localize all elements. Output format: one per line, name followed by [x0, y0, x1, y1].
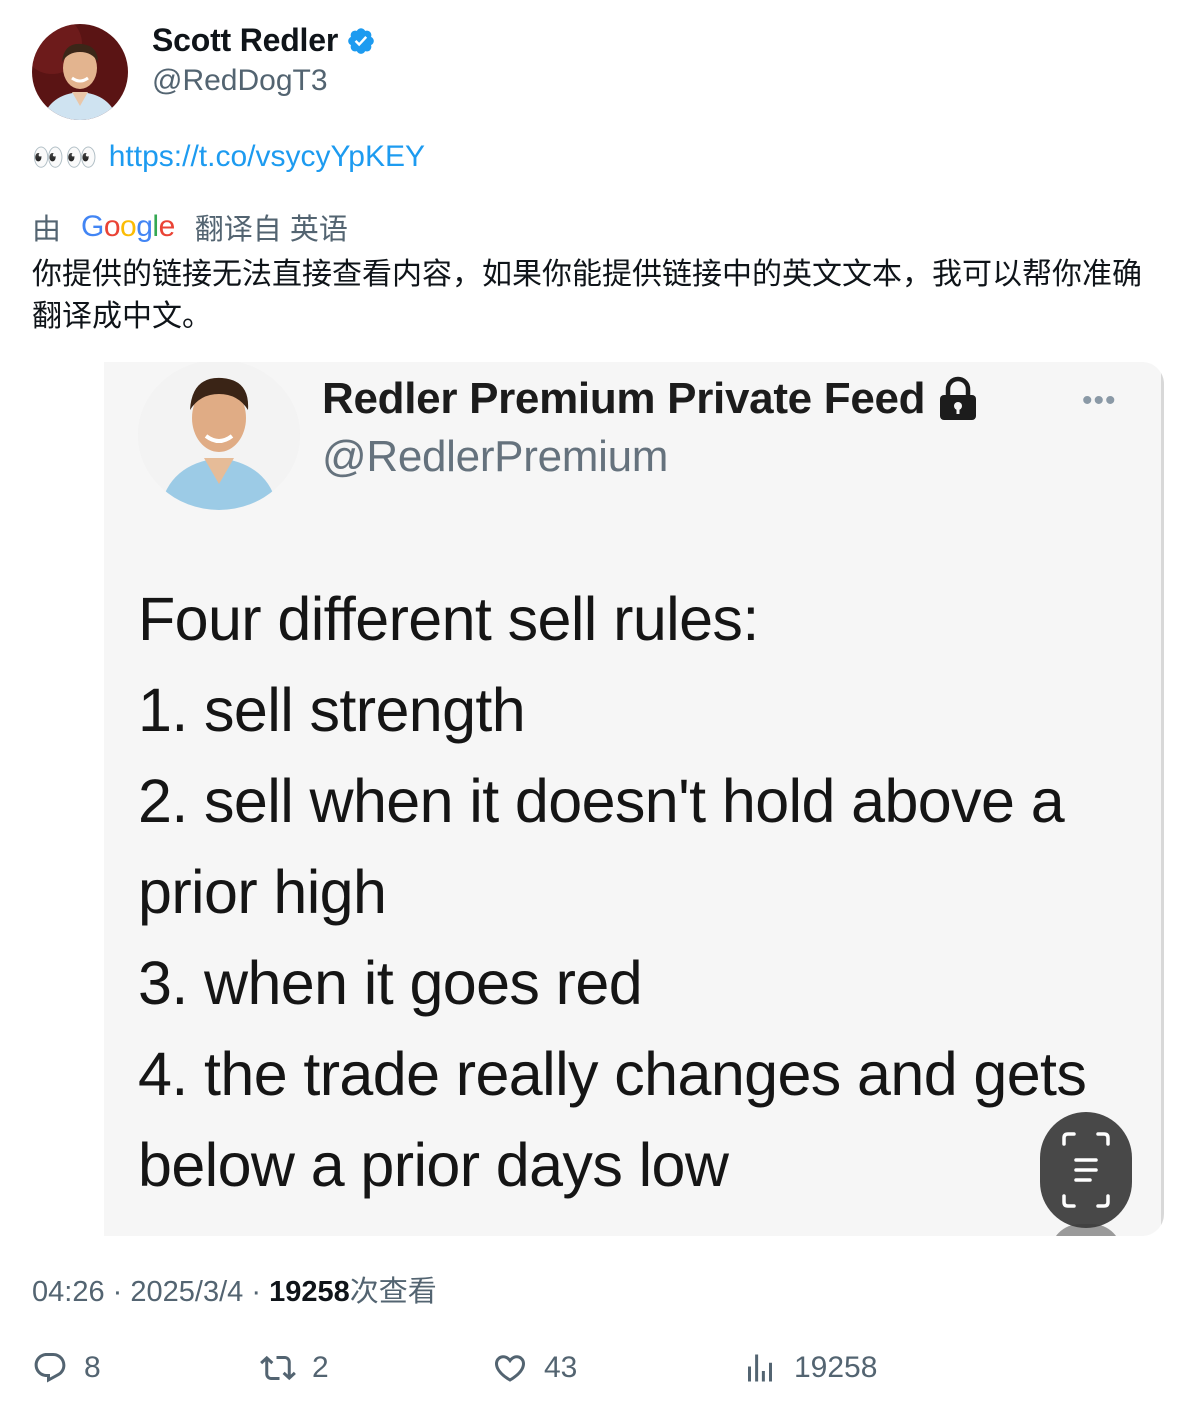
tweet-text: 👀👀 https://t.co/vsycyYpKEY [32, 140, 425, 174]
retweet-count: 2 [312, 1351, 329, 1384]
tweet-link[interactable]: https://t.co/vsycyYpKEY [109, 140, 425, 174]
views-button[interactable]: 19258 [742, 1350, 877, 1386]
retweet-button[interactable]: 2 [260, 1350, 329, 1386]
embedded-line: 3. when it goes red [138, 949, 643, 1017]
translation-attribution: 由 Google 翻译自 英语 [32, 206, 348, 248]
translated-text: 你提供的链接无法直接查看内容，如果你能提供链接中的英文文本，我可以帮你准确翻译成… [32, 258, 1142, 333]
embedded-line: 4. the trade really changes and gets [138, 1040, 1087, 1108]
embedded-post-body: Four different sell rules: 1. sell streng… [138, 574, 1087, 1211]
embedded-name-row: Redler Premium Private Feed [322, 374, 979, 424]
meta-separator: · [112, 1276, 123, 1308]
text-scan-button[interactable] [1040, 1112, 1132, 1228]
author-handle[interactable]: @RedDogT3 [152, 64, 328, 98]
embedded-line: 2. sell when it doesn't hold above a [138, 767, 1065, 835]
views-chart-icon [748, 1354, 772, 1382]
retweet-icon [260, 1355, 296, 1381]
reply-button[interactable]: 8 [32, 1350, 101, 1386]
view-count: 19258 [269, 1276, 350, 1308]
author-name[interactable]: Scott Redler [152, 22, 338, 59]
embedded-name: Redler Premium Private Feed [322, 374, 926, 423]
embedded-line: below a prior days low [138, 1131, 729, 1199]
reply-count: 8 [84, 1351, 101, 1384]
embedded-avatar [138, 362, 300, 510]
like-button[interactable]: 43 [492, 1350, 577, 1386]
translated-by-prefix: 由 [32, 214, 62, 246]
verified-badge-icon [348, 27, 374, 54]
eyes-emoji: 👀👀 [32, 141, 99, 172]
tweet-time[interactable]: 04:26 [32, 1276, 105, 1308]
translated-from-label: 翻译自 英语 [194, 214, 348, 246]
author-avatar[interactable] [32, 24, 128, 120]
tweet-date[interactable]: 2025/3/4 [130, 1276, 243, 1308]
embedded-line: 1. sell strength [138, 676, 526, 744]
embedded-handle: @RedlerPremium [322, 432, 669, 481]
heart-icon [494, 1355, 526, 1382]
reply-icon [34, 1353, 66, 1383]
view-label: 次查看 [349, 1276, 437, 1308]
like-count: 43 [544, 1351, 578, 1384]
views-count: 19258 [794, 1351, 878, 1384]
google-logo: Google [81, 210, 175, 243]
lock-icon [940, 376, 977, 420]
text-scan-icon [1062, 1132, 1110, 1208]
embedded-line: Four different sell rules: [138, 585, 759, 653]
embedded-image[interactable]: Redler Premium Private Feed @RedlerPremi… [104, 362, 1164, 1236]
author-name-row: Scott Redler [152, 22, 376, 59]
more-icon: ••• [1082, 384, 1117, 417]
tweet-meta: 04:26 · 2025/3/4 · 19258次查看 [32, 1268, 437, 1310]
embedded-line: prior high [138, 858, 387, 926]
meta-separator: · [251, 1276, 261, 1308]
